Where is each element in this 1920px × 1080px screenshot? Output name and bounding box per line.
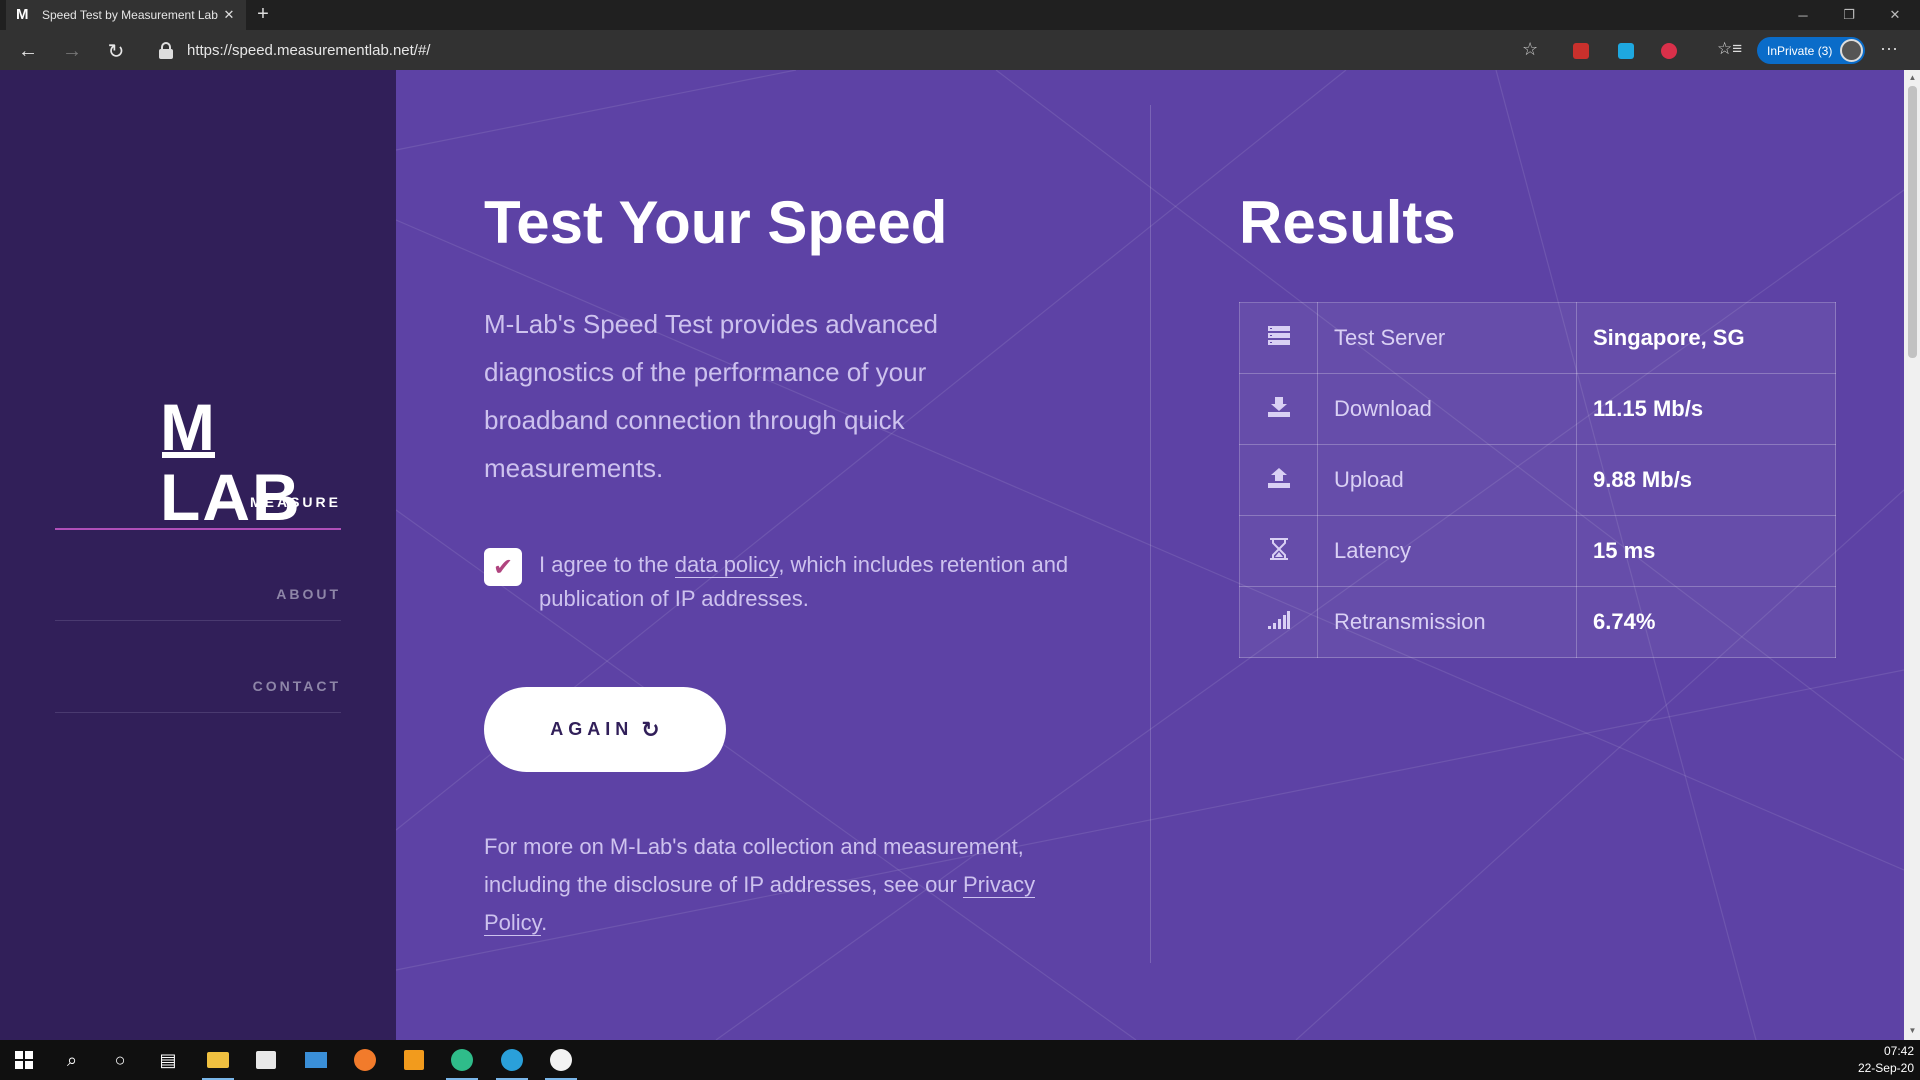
address-bar[interactable]: https://speed.measurementlab.net/#/ [145, 35, 1545, 65]
back-button[interactable]: ← [14, 37, 42, 65]
close-tab-icon[interactable]: ✕ [222, 7, 236, 23]
browser-tab[interactable]: M Speed Test by Measurement Lab ✕ [6, 0, 246, 30]
extension-icon[interactable] [1618, 43, 1634, 59]
footnote-period: . [541, 910, 548, 935]
result-value: 15 ms [1576, 515, 1836, 587]
results-table: Test Server Singapore, SG Download 11.15… [1239, 302, 1836, 658]
minimize-window-button[interactable]: ─ [1780, 0, 1826, 30]
signal-icon [1239, 586, 1318, 658]
footnote-text: For more on M-Lab's data collection and … [484, 834, 1024, 897]
itunes-icon[interactable] [537, 1040, 585, 1080]
web-page: MLAB MEASURE ABOUT CONTACT Test Your Spe… [0, 70, 1920, 1040]
result-value: 6.74% [1576, 586, 1836, 658]
restore-window-button[interactable]: ❐ [1826, 0, 1872, 30]
task-view-icon[interactable]: ▤ [144, 1040, 192, 1080]
upload-icon [1239, 444, 1318, 516]
file-explorer-icon[interactable] [194, 1040, 242, 1080]
url-text[interactable]: https://speed.measurementlab.net/#/ [187, 42, 430, 59]
forward-button[interactable]: → [58, 37, 86, 65]
data-policy-link[interactable]: data policy [674, 552, 779, 578]
favorites-icon[interactable]: ☆≡ [1717, 39, 1742, 59]
favorite-star-icon[interactable]: ☆ [1522, 39, 1538, 60]
column-divider [1150, 105, 1151, 963]
results-title: Results [1239, 189, 1456, 256]
table-row: Retransmission 6.74% [1239, 586, 1836, 658]
result-label: Download [1317, 373, 1577, 445]
again-button[interactable]: AGAIN ↻ [484, 687, 726, 772]
server-icon [1239, 302, 1318, 374]
firefox-icon[interactable] [341, 1040, 389, 1080]
again-button-label: AGAIN [550, 719, 634, 739]
sidebar-item-contact[interactable]: CONTACT [55, 678, 341, 713]
system-clock[interactable]: 07:42 22-Sep-20 [1858, 1043, 1914, 1077]
new-tab-button[interactable]: + [252, 4, 274, 26]
table-row: Upload 9.88 Mb/s [1239, 444, 1836, 516]
browser-toolbar: ← → ↻ https://speed.measurementlab.net/#… [0, 30, 1920, 70]
clock-date: 22-Sep-20 [1857, 1061, 1914, 1075]
download-icon [1239, 373, 1318, 445]
tab-title: Speed Test by Measurement Lab [42, 8, 218, 22]
extension-icon[interactable] [1573, 43, 1589, 59]
close-window-button[interactable]: ✕ [1872, 0, 1918, 30]
cortana-icon[interactable]: ○ [96, 1040, 144, 1080]
search-icon[interactable]: ⌕ [48, 1040, 96, 1080]
mail-icon[interactable] [292, 1040, 340, 1080]
main-content: Test Your Speed M-Lab's Speed Test provi… [396, 70, 1904, 1040]
mlab-logo[interactable]: MLAB [160, 392, 342, 532]
scrollbar-thumb[interactable] [1908, 86, 1917, 358]
sublime-text-icon[interactable] [390, 1040, 438, 1080]
windows-start-icon[interactable] [0, 1040, 48, 1080]
intro-paragraph: M-Lab's Speed Test provides advanced dia… [484, 309, 938, 483]
windows-taskbar: ⌕ ○ ▤ 07:42 22-Sep-20 [0, 1040, 1920, 1080]
result-label: Latency [1317, 515, 1577, 587]
mlab-favicon-icon: M [16, 6, 29, 23]
browser-tab-strip: M Speed Test by Measurement Lab ✕ + ─ ❐ … [0, 0, 1920, 30]
edge-icon[interactable] [438, 1040, 486, 1080]
sidebar: MLAB MEASURE ABOUT CONTACT [0, 70, 396, 1040]
result-value: 9.88 Mb/s [1576, 444, 1836, 516]
store-icon[interactable] [242, 1040, 290, 1080]
telegram-icon[interactable] [488, 1040, 536, 1080]
clock-time: 07:42 [1883, 1044, 1914, 1058]
sidebar-item-about[interactable]: ABOUT [55, 586, 341, 621]
privacy-footnote: For more on M-Lab's data collection and … [484, 828, 1044, 942]
result-label: Retransmission [1317, 586, 1577, 658]
table-row: Test Server Singapore, SG [1239, 302, 1836, 374]
table-row: Download 11.15 Mb/s [1239, 373, 1836, 445]
more-menu-icon[interactable]: ··· [1880, 38, 1898, 59]
avatar [1840, 39, 1863, 62]
agree-checkbox[interactable]: ✔ [484, 548, 522, 586]
page-scrollbar[interactable]: ▲ ▼ [1904, 70, 1920, 1040]
inprivate-button[interactable]: InPrivate (3) [1757, 37, 1865, 64]
inprivate-label: InPrivate (3) [1767, 43, 1833, 58]
hourglass-icon [1239, 515, 1318, 587]
result-value: 11.15 Mb/s [1576, 373, 1836, 445]
refresh-button[interactable]: ↻ [102, 37, 130, 65]
scroll-down-icon[interactable]: ▼ [1908, 1026, 1917, 1035]
checkmark-icon: ✔ [492, 553, 514, 581]
refresh-icon: ↻ [641, 716, 660, 742]
page-title: Test Your Speed [484, 189, 948, 256]
extension-icon[interactable] [1661, 43, 1677, 59]
sidebar-item-measure[interactable]: MEASURE [55, 494, 341, 530]
agree-label: I agree to the data policy, which includ… [539, 548, 1069, 616]
result-label: Upload [1317, 444, 1577, 516]
lock-icon[interactable] [157, 41, 175, 59]
result-value: Singapore, SG [1576, 302, 1836, 374]
table-row: Latency 15 ms [1239, 515, 1836, 587]
agree-text-prefix: I agree to the [539, 552, 675, 577]
result-label: Test Server [1317, 302, 1577, 374]
scroll-up-icon[interactable]: ▲ [1908, 73, 1917, 82]
